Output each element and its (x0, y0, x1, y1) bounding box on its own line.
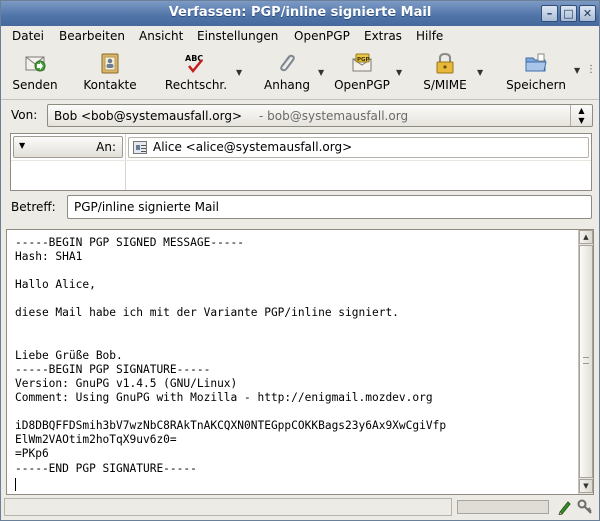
smime-label: S/MIME (423, 78, 467, 92)
recipient-address-value: Alice <alice@systemausfall.org> (153, 140, 353, 154)
message-body-editor[interactable]: -----BEGIN PGP SIGNED MESSAGE----- Hash: … (6, 229, 594, 495)
menu-openpgp[interactable]: OpenPGP (294, 29, 350, 43)
vertical-scrollbar[interactable]: ▲ ▼ (578, 230, 593, 494)
body-line: iD8DBQFFDSmih3bV7wzNbC8RAkTnAKCQXN0NTEGp… (15, 419, 447, 433)
openpgp-dropdown-icon[interactable]: ▼ (396, 68, 402, 77)
from-identity-value: Bob <bob@systemausfall.org> (54, 109, 243, 123)
recipient-empty-row[interactable] (128, 163, 589, 188)
select-arrows-icon[interactable]: ▲ ▼ (570, 105, 592, 126)
from-label: Von: (11, 108, 38, 122)
progress-bar (457, 500, 549, 514)
body-line: -----END PGP SIGNATURE----- (15, 461, 197, 475)
contacts-button[interactable]: Kontakte (77, 48, 143, 98)
body-line (15, 264, 575, 278)
body-line: Liebe Grüße Bob. (15, 348, 123, 362)
menu-einstellungen[interactable]: Einstellungen (197, 29, 278, 43)
body-line: =PKp6 (15, 447, 49, 461)
scroll-thumb[interactable] (579, 245, 593, 478)
paperclip-icon (280, 54, 295, 72)
spelling-button[interactable]: ABC Rechtschr. (159, 48, 233, 98)
spelling-label: Rechtschr. (164, 78, 228, 92)
spellcheck-icon: ABC (185, 54, 203, 73)
chevron-down-icon: ▼ (19, 141, 26, 150)
svg-text:PGP: PGP (357, 57, 370, 63)
menu-ansicht[interactable]: Ansicht (139, 29, 183, 43)
save-button[interactable]: Speichern (501, 48, 571, 98)
attach-dropdown-icon[interactable]: ▼ (318, 68, 324, 77)
send-icon (25, 56, 46, 72)
body-line: Hash: SHA1 (15, 250, 83, 264)
toolbar: Senden Kontakte ABC Rechtschr. ▼ Anhang (1, 48, 599, 100)
subject-value: PGP/inline signierte Mail (74, 200, 219, 214)
menu-bearbeiten[interactable]: Bearbeiten (59, 29, 125, 43)
recipient-column-divider (125, 134, 126, 190)
contacts-label: Kontakte (83, 78, 137, 92)
body-line: Comment: Using GnuPG with Mozilla - http… (15, 391, 433, 405)
activity-throbber-icon: ⋮ (586, 64, 596, 75)
body-line: diese Mail habe ich mit der Variante PGP… (15, 306, 399, 320)
smime-button[interactable]: S/MIME (411, 48, 479, 98)
security-key-icon[interactable] (577, 499, 593, 515)
signing-pen-icon[interactable] (557, 499, 573, 515)
send-button[interactable]: Senden (7, 48, 63, 98)
menu-extras[interactable]: Extras (364, 29, 402, 43)
save-dropdown-icon[interactable]: ▼ (574, 66, 580, 75)
recipient-type-select[interactable]: ▼ An: (13, 136, 123, 158)
subject-field[interactable]: PGP/inline signierte Mail (67, 195, 592, 219)
save-label: Speichern (506, 78, 566, 92)
scroll-down-button[interactable]: ▼ (579, 479, 593, 493)
status-text-pane (4, 498, 452, 516)
status-bar (1, 495, 599, 520)
window-title: Verfassen: PGP/inline signierte Mail (168, 5, 432, 20)
menu-hilfe[interactable]: Hilfe (416, 29, 443, 43)
contact-card-icon (133, 141, 147, 154)
openpgp-icon: PGP (352, 53, 372, 72)
smime-dropdown-icon[interactable]: ▼ (477, 68, 483, 77)
subject-row: Betreff: PGP/inline signierte Mail (1, 193, 599, 221)
from-row: Von: Bob <bob@systemausfall.org> - bob@s… (1, 102, 599, 129)
title-bar[interactable]: Verfassen: PGP/inline signierte Mail – □… (1, 1, 599, 26)
scroll-grip-icon (583, 357, 589, 364)
recipient-row-divider (11, 160, 591, 161)
lock-icon (436, 52, 454, 74)
body-line (15, 321, 575, 335)
from-identity-select[interactable]: Bob <bob@systemausfall.org> - bob@system… (47, 104, 593, 127)
text-caret (15, 478, 16, 491)
body-line: Version: GnuPG v1.4.5 (GNU/Linux) (15, 376, 238, 390)
body-line: -----BEGIN PGP SIGNATURE----- (15, 362, 211, 376)
openpgp-button[interactable]: PGP OpenPGP (327, 48, 397, 98)
folder-icon (525, 53, 547, 72)
scroll-up-button[interactable]: ▲ (579, 230, 593, 244)
recipient-type-label: An: (96, 140, 116, 154)
menu-datei[interactable]: Datei (12, 29, 44, 43)
body-line (15, 405, 575, 419)
menu-bar: Datei Bearbeiten Ansicht Einstellungen O… (1, 26, 599, 47)
message-body-text[interactable]: -----BEGIN PGP SIGNED MESSAGE----- Hash: … (15, 236, 575, 476)
minimize-button[interactable]: – (541, 5, 558, 22)
close-button[interactable]: ✕ (579, 5, 596, 22)
body-line (15, 335, 575, 349)
compose-window: Verfassen: PGP/inline signierte Mail – □… (0, 0, 600, 521)
from-identity-account: - bob@systemausfall.org (259, 109, 409, 123)
body-line: Hallo Alice, (15, 278, 96, 292)
openpgp-label: OpenPGP (334, 78, 390, 92)
maximize-button[interactable]: □ (560, 5, 577, 22)
body-line (15, 292, 575, 306)
address-book-icon (101, 53, 119, 74)
recipient-address-field[interactable]: Alice <alice@systemausfall.org> (128, 137, 589, 158)
body-line: ElWm2VAOtim2hoTqX9uv6z0= (15, 433, 177, 447)
subject-label: Betreff: (11, 200, 56, 214)
attach-button[interactable]: Anhang (257, 48, 317, 98)
body-line: -----BEGIN PGP SIGNED MESSAGE----- (15, 236, 245, 249)
recipient-list: ▼ An: Alice <alice@systemausfall.org> (10, 133, 592, 191)
spelling-dropdown-icon[interactable]: ▼ (236, 68, 242, 77)
send-label: Senden (12, 78, 58, 92)
attach-label: Anhang (264, 78, 310, 92)
